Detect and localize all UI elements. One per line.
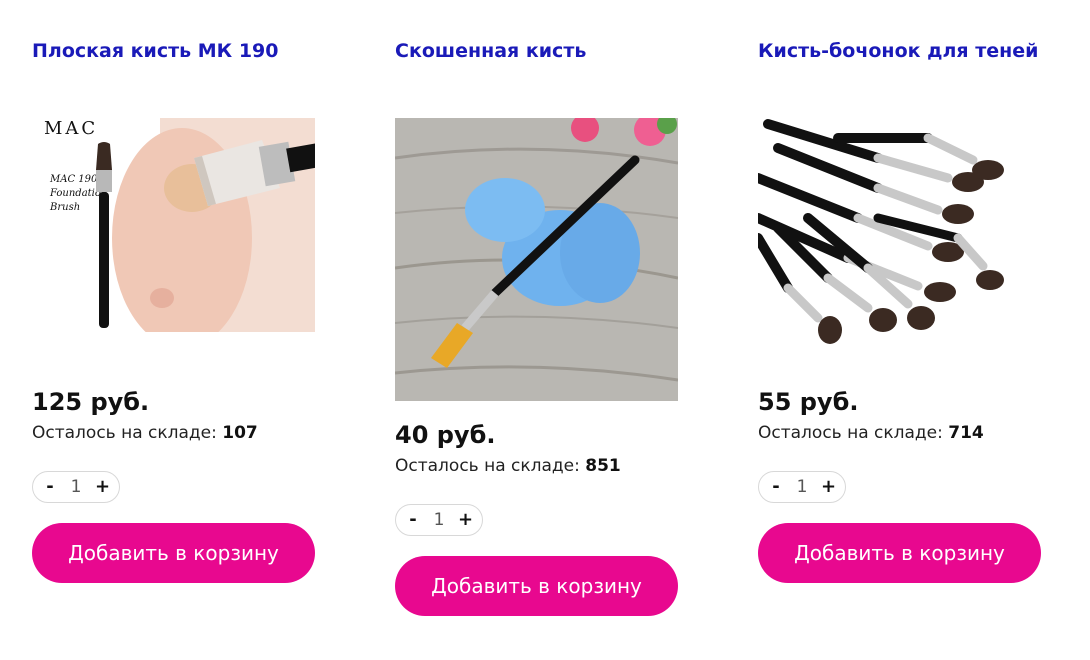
- stock-info: Осталось на складе: 714: [758, 423, 984, 443]
- angled-brush-with-sponge-image: [395, 118, 678, 401]
- product-title-link[interactable]: Плоская кисть МК 190: [32, 40, 279, 62]
- product-title-link[interactable]: Кисть-бочонок для теней: [758, 40, 1038, 62]
- product-image-mac-brush[interactable]: MAC MAC 190 Foundation Brush: [32, 118, 315, 332]
- product-title-link[interactable]: Скошенная кисть: [395, 40, 586, 62]
- stock-count: 107: [222, 423, 258, 443]
- product-image-eyeshadow-brushes[interactable]: [758, 118, 1041, 362]
- quantity-stepper: - 1 +: [32, 471, 120, 503]
- stock-label: Осталось на складе:: [395, 456, 580, 476]
- product-image-angled-brush[interactable]: [395, 118, 678, 401]
- quantity-decrease-button[interactable]: -: [406, 511, 420, 529]
- add-to-cart-button[interactable]: Добавить в корзину: [395, 556, 678, 616]
- mac-foundation-brush-image: MAC MAC 190 Foundation Brush: [32, 118, 315, 332]
- stock-label: Осталось на складе:: [758, 423, 943, 443]
- quantity-stepper: - 1 +: [395, 504, 483, 536]
- quantity-increase-button[interactable]: +: [458, 511, 473, 529]
- mac-logo-text: MAC: [44, 118, 98, 139]
- eyeshadow-brushes-image: [758, 118, 1041, 362]
- image-handwritten-line-3: Brush: [49, 202, 80, 213]
- stock-count: 714: [948, 423, 984, 443]
- quantity-value[interactable]: 1: [434, 510, 445, 530]
- add-to-cart-button[interactable]: Добавить в корзину: [32, 523, 315, 583]
- stock-label: Осталось на складе:: [32, 423, 217, 443]
- product-price: 55 руб.: [758, 388, 859, 416]
- quantity-decrease-button[interactable]: -: [769, 478, 783, 496]
- stock-count: 851: [585, 456, 621, 476]
- image-handwritten-line-1: MAC 190: [49, 174, 98, 185]
- quantity-increase-button[interactable]: +: [821, 478, 836, 496]
- quantity-value[interactable]: 1: [797, 477, 808, 497]
- add-to-cart-button[interactable]: Добавить в корзину: [758, 523, 1041, 583]
- product-price: 40 руб.: [395, 421, 496, 449]
- quantity-value[interactable]: 1: [71, 477, 82, 497]
- stock-info: Осталось на складе: 107: [32, 423, 258, 443]
- stock-info: Осталось на складе: 851: [395, 456, 621, 476]
- product-price: 125 руб.: [32, 388, 150, 416]
- quantity-decrease-button[interactable]: -: [43, 478, 57, 496]
- quantity-increase-button[interactable]: +: [95, 478, 110, 496]
- quantity-stepper: - 1 +: [758, 471, 846, 503]
